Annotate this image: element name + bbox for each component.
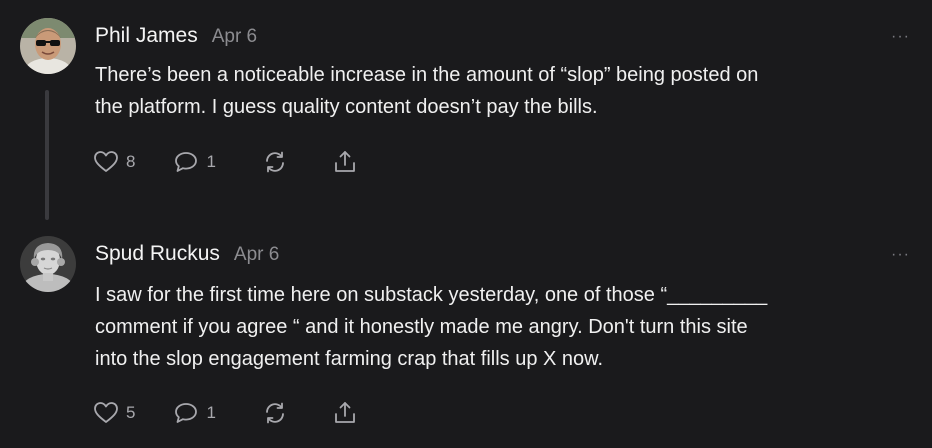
author-name[interactable]: Spud Ruckus Apr 6 xyxy=(95,242,279,266)
comment-line: There’s been a noticeable increase in th… xyxy=(95,64,759,86)
avatar[interactable] xyxy=(20,236,76,292)
comment-actions: 8 1 xyxy=(93,147,358,177)
comment-icon xyxy=(175,403,198,423)
comment-spud-ruckus: Spud Ruckus Apr 6 ··· I saw for the first… xyxy=(0,230,932,448)
restack-button[interactable] xyxy=(262,149,288,175)
comment-line: I saw for the first time here on substac… xyxy=(95,284,768,306)
reply-button[interactable]: 1 xyxy=(173,401,216,425)
restack-icon xyxy=(266,151,284,173)
comment-phil-james: Phil James Apr 6 ··· There’s been a notic… xyxy=(0,0,932,230)
like-button[interactable]: 5 xyxy=(93,401,135,425)
thread-line xyxy=(45,90,49,220)
heart-icon xyxy=(94,151,118,172)
comment-body: There’s been a noticeable increase in th… xyxy=(95,59,915,123)
comment-body: I saw for the first time here on substac… xyxy=(95,279,915,375)
share-icon xyxy=(335,402,355,423)
like-count: 8 xyxy=(126,152,136,171)
like-count: 5 xyxy=(126,403,136,422)
more-options-icon[interactable]: ··· xyxy=(891,28,910,46)
comment-actions: 5 1 xyxy=(93,398,358,428)
comment-date: Apr 6 xyxy=(211,26,258,47)
man-sunglasses-avatar-icon xyxy=(20,18,76,74)
reply-count: 1 xyxy=(206,403,216,422)
comment-line: into the slop engagement farming crap th… xyxy=(95,348,604,370)
comment-date: Apr 6 xyxy=(233,244,280,265)
avatar[interactable] xyxy=(20,18,76,74)
reply-button[interactable]: 1 xyxy=(173,150,216,174)
share-button[interactable] xyxy=(332,149,358,175)
share-icon xyxy=(335,151,355,172)
reply-count: 1 xyxy=(206,152,216,171)
more-options-icon[interactable]: ··· xyxy=(891,246,910,264)
comment-line: comment if you agree “ and it honestly m… xyxy=(95,316,748,338)
heart-icon xyxy=(94,402,118,423)
restack-button[interactable] xyxy=(262,400,288,426)
like-button[interactable]: 8 xyxy=(93,150,135,174)
statue-bust-avatar-icon xyxy=(20,236,76,292)
comment-icon xyxy=(175,152,198,172)
author-name[interactable]: Phil James Apr 6 xyxy=(95,24,257,48)
share-button[interactable] xyxy=(332,400,358,426)
restack-icon xyxy=(266,402,284,424)
comment-line: the platform. I guess quality content do… xyxy=(95,96,598,118)
